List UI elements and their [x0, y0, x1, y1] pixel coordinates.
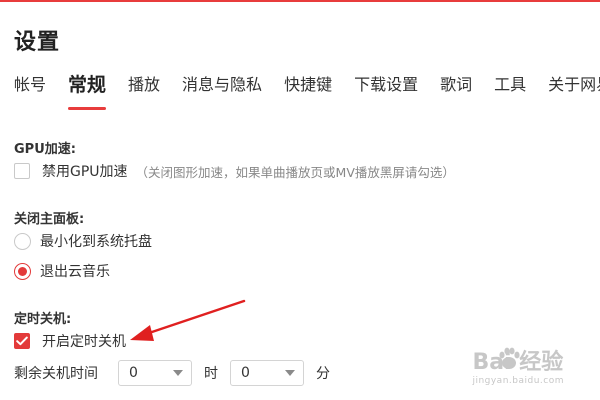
disable-gpu-label: 禁用GPU加速	[42, 164, 128, 180]
enable-shutdown-checkbox[interactable]	[14, 333, 30, 349]
close-panel-option-minimize[interactable]: 最小化到系统托盘	[14, 231, 152, 251]
chevron-down-icon	[285, 370, 295, 376]
watermark-sub: jingyan.baidu.com	[472, 376, 564, 386]
exit-app-radio[interactable]	[14, 262, 31, 280]
enable-shutdown-label: 开启定时关机	[42, 334, 126, 350]
baidu-paw-icon	[499, 347, 520, 369]
hours-select[interactable]: 0	[118, 360, 192, 386]
close-panel-option-exit[interactable]: 退出云音乐	[14, 261, 110, 281]
gpu-hint: （关闭图形加速，如果单曲播放页或MV播放黑屏请勾选）	[135, 164, 455, 180]
gpu-row: 禁用GPU加速 （关闭图形加速，如果单曲播放页或MV播放黑屏请勾选）	[14, 161, 455, 181]
radio-selected-dot	[18, 266, 27, 276]
settings-window: 设置 帐号 常规 播放 消息与隐私 快捷键 下载设置 歌词 工具 关于网易 GP…	[0, 0, 600, 400]
tab-account[interactable]: 帐号	[14, 74, 46, 104]
gpu-section-label: GPU加速:	[14, 142, 76, 157]
hours-value: 0	[129, 365, 138, 381]
tab-lyrics[interactable]: 歌词	[440, 74, 472, 104]
checkmark-icon	[16, 336, 28, 346]
tab-about[interactable]: 关于网易	[548, 74, 600, 104]
tab-playback[interactable]: 播放	[128, 74, 160, 104]
tab-tools[interactable]: 工具	[494, 74, 526, 104]
page-title: 设置	[14, 30, 61, 55]
top-accent-bar	[0, 0, 600, 2]
disable-gpu-checkbox[interactable]	[14, 163, 30, 179]
exit-app-label: 退出云音乐	[40, 264, 110, 280]
minimize-to-tray-label: 最小化到系统托盘	[40, 234, 152, 250]
settings-tabs: 帐号 常规 播放 消息与隐私 快捷键 下载设置 歌词 工具 关于网易	[14, 74, 600, 110]
shutdown-section-label: 定时关机:	[14, 312, 72, 327]
tab-download-settings[interactable]: 下载设置	[354, 74, 418, 104]
minutes-unit: 分	[316, 366, 330, 382]
remaining-time-row: 剩余关机时间 0 时 0 分	[14, 360, 342, 386]
close-panel-section-label: 关闭主面板:	[14, 212, 85, 227]
tab-shortcuts[interactable]: 快捷键	[284, 74, 332, 104]
shutdown-enable-row[interactable]: 开启定时关机	[14, 331, 126, 351]
chevron-down-icon	[173, 370, 183, 376]
tab-general[interactable]: 常规	[68, 74, 107, 110]
minutes-value: 0	[241, 365, 250, 381]
hours-unit: 时	[204, 366, 218, 382]
tab-messages-privacy[interactable]: 消息与隐私	[182, 74, 262, 104]
minutes-select[interactable]: 0	[230, 360, 304, 386]
minimize-to-tray-radio[interactable]	[14, 232, 31, 250]
remaining-time-label: 剩余关机时间	[14, 366, 98, 382]
